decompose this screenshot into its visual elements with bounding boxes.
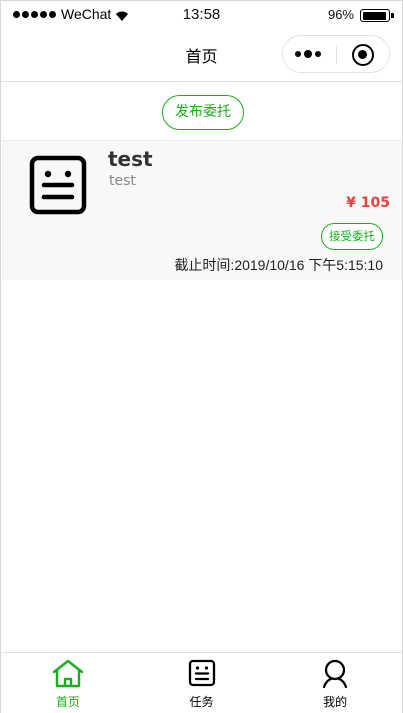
- task-icon: [188, 659, 215, 687]
- mini-program-capsule: [282, 35, 390, 73]
- battery-icon: [360, 9, 394, 22]
- status-bar: WeChat 13:58 96%: [1, 1, 402, 29]
- task-price: ¥ 105: [346, 195, 390, 211]
- tab-bar: 首页 任务 我的: [1, 652, 402, 713]
- publish-task-button[interactable]: 发布委托: [162, 95, 244, 130]
- tab-profile-label: 我的: [323, 695, 348, 709]
- more-options-icon[interactable]: [295, 50, 321, 58]
- close-mini-program-icon[interactable]: [352, 44, 374, 66]
- tab-profile[interactable]: 我的: [268, 653, 402, 713]
- accept-task-button[interactable]: 接受委托: [321, 223, 383, 250]
- task-deadline: 截止时间:2019/10/16 下午5:15:10: [174, 257, 383, 273]
- tab-home[interactable]: 首页: [1, 653, 135, 713]
- tab-tasks[interactable]: 任务: [135, 653, 269, 713]
- tab-home-label: 首页: [55, 695, 80, 709]
- phone-frame: WeChat 13:58 96% 首页 发布委托 test test ¥ 105…: [0, 0, 403, 713]
- tab-tasks-label: 任务: [189, 695, 214, 709]
- home-icon: [52, 659, 84, 688]
- navigation-bar: 首页: [1, 29, 402, 82]
- task-card[interactable]: test test ¥ 105 接受委托 截止时间:2019/10/16 下午5…: [2, 140, 402, 280]
- user-icon: [323, 659, 348, 689]
- task-description: test: [109, 173, 136, 189]
- task-list-icon: [29, 155, 87, 215]
- capsule-divider: [336, 45, 337, 64]
- task-title: test: [108, 147, 153, 171]
- battery-percent: 96%: [327, 7, 354, 22]
